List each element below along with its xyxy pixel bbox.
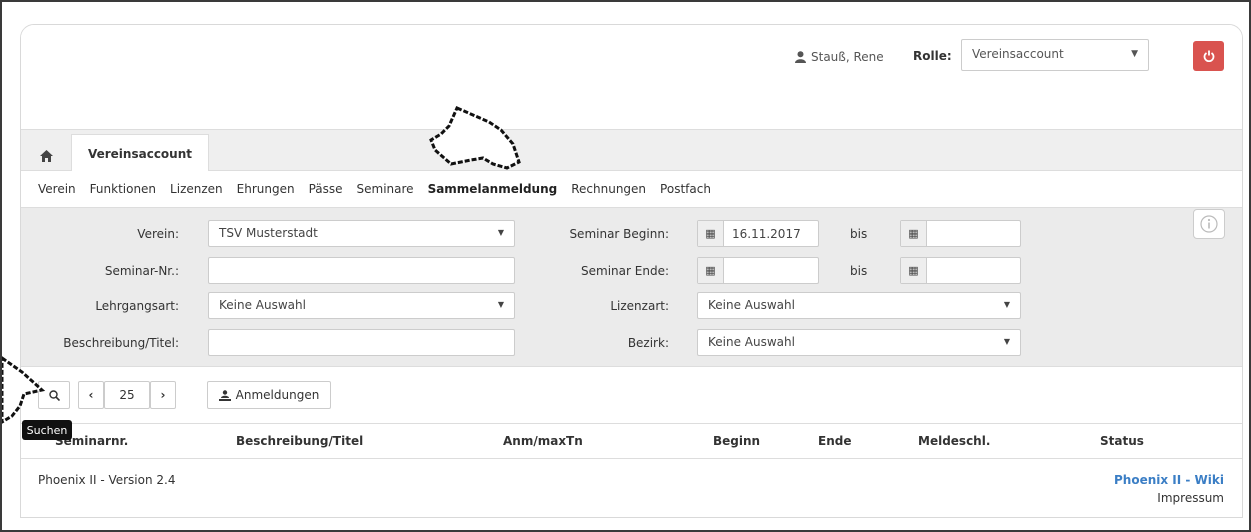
subnav-sammelanmeldung[interactable]: Sammelanmeldung (428, 182, 558, 196)
chevron-right-icon: › (160, 388, 166, 402)
next-page-button[interactable]: › (150, 381, 176, 409)
footer: Phoenix II - Version 2.4 Phoenix II - Wi… (21, 459, 1242, 517)
anmeldungen-button[interactable]: Anmeldungen (207, 381, 331, 409)
subnav-lizenzen[interactable]: Lizenzen (170, 182, 223, 196)
beschreibung-label: Beschreibung/Titel: (63, 336, 179, 350)
seminar-ende-from[interactable]: ▦ (697, 257, 819, 284)
verein-label: Verein: (137, 227, 179, 241)
seminar-ende-to[interactable]: ▦ (900, 257, 1021, 284)
info-button[interactable] (1193, 209, 1225, 239)
subnav-seminare[interactable]: Seminare (357, 182, 414, 196)
seminar-nr-input[interactable] (208, 257, 515, 284)
column-anm-maxtn[interactable]: Anm/maxTn (503, 434, 583, 448)
sub-navigation: Verein Funktionen Lizenzen Ehrungen Päss… (21, 171, 1242, 207)
app-area: Stauß, Rene Rolle: Vereinsaccount ▼ Vere… (2, 2, 1249, 530)
bezirk-label: Bezirk: (627, 336, 669, 350)
calendar-icon[interactable]: ▦ (901, 258, 927, 283)
filter-panel: Verein: TSV Musterstadt ▼ Seminar-Nr.: L… (21, 207, 1242, 367)
subnav-paesse[interactable]: Pässe (309, 182, 343, 196)
column-meldeschl[interactable]: Meldeschl. (918, 434, 990, 448)
prev-page-button[interactable]: ‹ (78, 381, 104, 409)
verein-select[interactable]: TSV Musterstadt ▼ (208, 220, 515, 247)
page-size-value: 25 (119, 388, 135, 402)
search-icon (48, 389, 60, 401)
bezirk-select[interactable]: Keine Auswahl ▼ (697, 329, 1021, 356)
seminar-beginn-to[interactable]: ▦ (900, 220, 1021, 247)
user-info[interactable]: Stauß, Rene (795, 49, 884, 65)
bis-label: bis (850, 264, 868, 278)
subnav-verein[interactable]: Verein (38, 182, 76, 196)
calendar-icon[interactable]: ▦ (698, 221, 724, 246)
hand-pointer-icon (429, 106, 521, 170)
anmeldungen-label: Anmeldungen (235, 388, 320, 402)
subnav-rechnungen[interactable]: Rechnungen (571, 182, 646, 196)
role-select[interactable]: Vereinsaccount ▼ (961, 39, 1149, 71)
user-icon (795, 51, 806, 63)
role-value: Vereinsaccount (972, 47, 1064, 61)
toolbar: ‹ 25 › Anmeldungen (21, 367, 1242, 423)
logout-button[interactable] (1193, 41, 1224, 71)
lehrgangsart-value: Keine Auswahl (219, 298, 306, 312)
calendar-icon[interactable]: ▦ (698, 258, 724, 283)
column-beginn[interactable]: Beginn (713, 434, 760, 448)
table-header: Seminarnr. Beschreibung/Titel Anm/maxTn … (21, 423, 1242, 459)
lehrgangsart-select[interactable]: Keine Auswahl ▼ (208, 292, 515, 319)
tab-vereinsaccount[interactable]: Vereinsaccount (71, 134, 209, 172)
info-icon (1200, 215, 1218, 233)
hand-pointer-icon (2, 356, 46, 424)
column-beschreibung[interactable]: Beschreibung/Titel (236, 434, 363, 448)
wiki-link[interactable]: Phoenix II - Wiki (1114, 473, 1224, 487)
subnav-postfach[interactable]: Postfach (660, 182, 711, 196)
subnav-funktionen[interactable]: Funktionen (90, 182, 156, 196)
lizenzart-label: Lizenzart: (610, 299, 669, 313)
column-ende[interactable]: Ende (818, 434, 851, 448)
seminar-ende-label: Seminar Ende: (581, 264, 669, 278)
seminar-nr-label: Seminar-Nr.: (104, 264, 179, 278)
chevron-left-icon: ‹ (88, 388, 94, 402)
column-status[interactable]: Status (1100, 434, 1144, 448)
chevron-down-icon: ▼ (1131, 49, 1138, 59)
lehrgangsart-label: Lehrgangsart: (95, 299, 179, 313)
chevron-down-icon: ▼ (1003, 300, 1010, 309)
chevron-down-icon: ▼ (1003, 337, 1010, 346)
tab-home[interactable] (31, 140, 61, 172)
role-label: Rolle: (913, 49, 952, 63)
bezirk-value: Keine Auswahl (708, 335, 795, 349)
power-icon (1203, 50, 1214, 62)
calendar-icon[interactable]: ▦ (901, 221, 927, 246)
seminar-beginn-from-value: 16.11.2017 (732, 226, 801, 241)
chevron-down-icon: ▼ (497, 300, 504, 309)
beschreibung-input[interactable] (208, 329, 515, 356)
tab-bar: Vereinsaccount (21, 129, 1242, 172)
user-name: Stauß, Rene (811, 50, 884, 64)
chevron-down-icon: ▼ (497, 228, 504, 237)
top-bar: Stauß, Rene Rolle: Vereinsaccount ▼ (21, 25, 1242, 129)
page-size-field[interactable]: 25 (104, 381, 150, 409)
verein-value: TSV Musterstadt (219, 226, 318, 240)
user-register-icon (218, 389, 231, 401)
impressum-link[interactable]: Impressum (1157, 491, 1224, 505)
lizenzart-value: Keine Auswahl (708, 298, 795, 312)
version-text: Phoenix II - Version 2.4 (38, 473, 176, 487)
seminar-beginn-label: Seminar Beginn: (569, 227, 669, 241)
window-frame: Stauß, Rene Rolle: Vereinsaccount ▼ Vere… (0, 0, 1251, 532)
home-icon (39, 150, 53, 162)
subnav-ehrungen[interactable]: Ehrungen (237, 182, 295, 196)
lizenzart-select[interactable]: Keine Auswahl ▼ (697, 292, 1021, 319)
bis-label: bis (850, 227, 868, 241)
main-card: Stauß, Rene Rolle: Vereinsaccount ▼ Vere… (20, 24, 1243, 518)
seminar-beginn-from[interactable]: ▦ 16.11.2017 (697, 220, 819, 247)
